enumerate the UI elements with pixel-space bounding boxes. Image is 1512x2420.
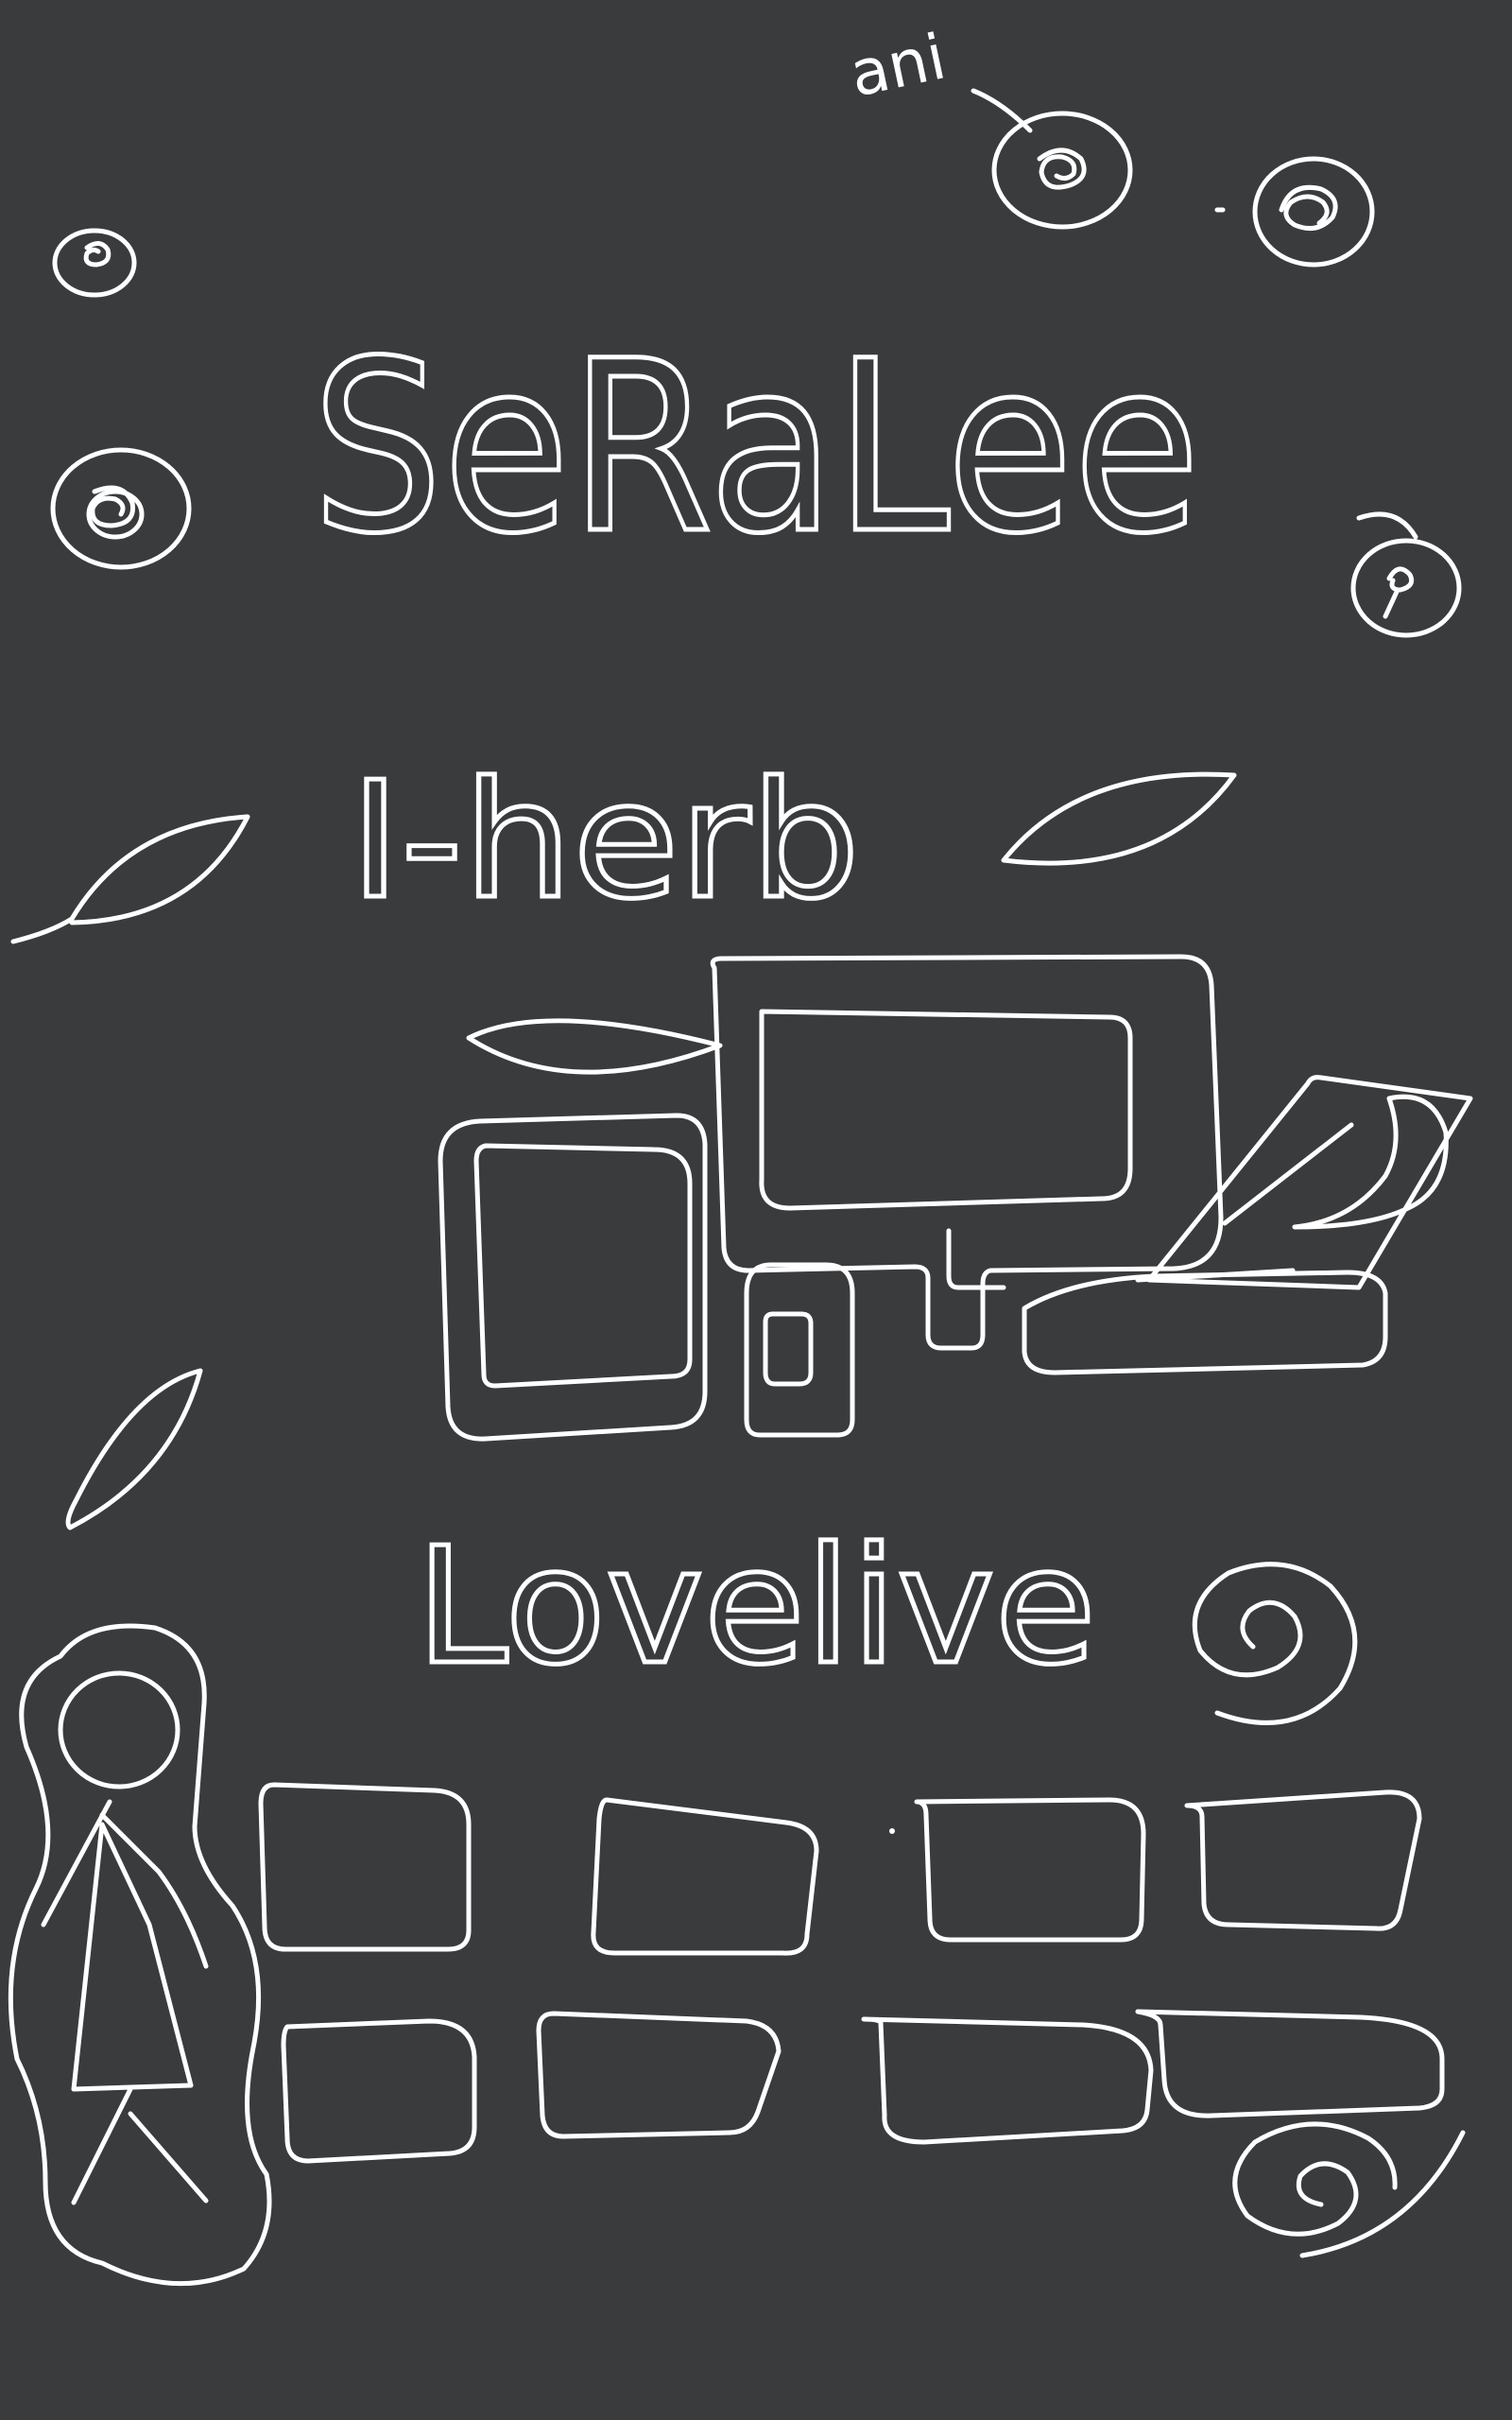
computer-setup-icon bbox=[438, 954, 1473, 1442]
rounded-card-icon bbox=[536, 2011, 782, 2139]
herb-label: I-herb bbox=[350, 748, 860, 935]
laptop-icon bbox=[1022, 1075, 1473, 1375]
circle-doodle-icon bbox=[971, 88, 1133, 230]
card-grid bbox=[258, 1782, 1445, 2164]
monitor-icon bbox=[710, 954, 1224, 1351]
leaf-icon bbox=[65, 1368, 203, 1530]
rounded-card-icon bbox=[914, 1797, 1146, 1943]
rounded-card-icon bbox=[861, 2016, 1154, 2145]
rounded-card-icon bbox=[1135, 2009, 1445, 2118]
spiral-icon bbox=[1232, 2121, 1466, 2258]
rounded-card-icon bbox=[281, 2018, 477, 2164]
sketch-drawing: ani SeRaLee I-herb Lovelive bbox=[8, 20, 1473, 2287]
lovelive-label: Lovelive bbox=[416, 1513, 1096, 1701]
circle-doodle-icon bbox=[52, 228, 137, 298]
phone-icon bbox=[744, 1262, 855, 1438]
tablet-icon bbox=[438, 1113, 708, 1442]
page-title: SeRaLee bbox=[312, 310, 1200, 585]
rounded-card-icon bbox=[258, 1782, 472, 1952]
circle-doodle-icon bbox=[1350, 511, 1462, 638]
spiral-icon bbox=[1192, 1562, 1358, 1725]
spirals bbox=[1192, 1562, 1466, 2258]
circle-doodle-icon bbox=[50, 447, 192, 570]
rounded-card-icon bbox=[1184, 1789, 1422, 1931]
leaf-icon bbox=[1001, 771, 1237, 866]
person-figure-icon bbox=[8, 1623, 272, 2287]
leaf-icon bbox=[10, 814, 250, 944]
stray-marks bbox=[889, 1828, 895, 1834]
rounded-card-icon bbox=[591, 1797, 819, 1956]
leaf-icon bbox=[466, 1018, 723, 1075]
annotation-text: ani bbox=[844, 20, 952, 111]
sketch-canvas: ani SeRaLee I-herb Lovelive bbox=[0, 0, 1512, 2420]
circle-doodle-icon bbox=[1214, 156, 1375, 268]
